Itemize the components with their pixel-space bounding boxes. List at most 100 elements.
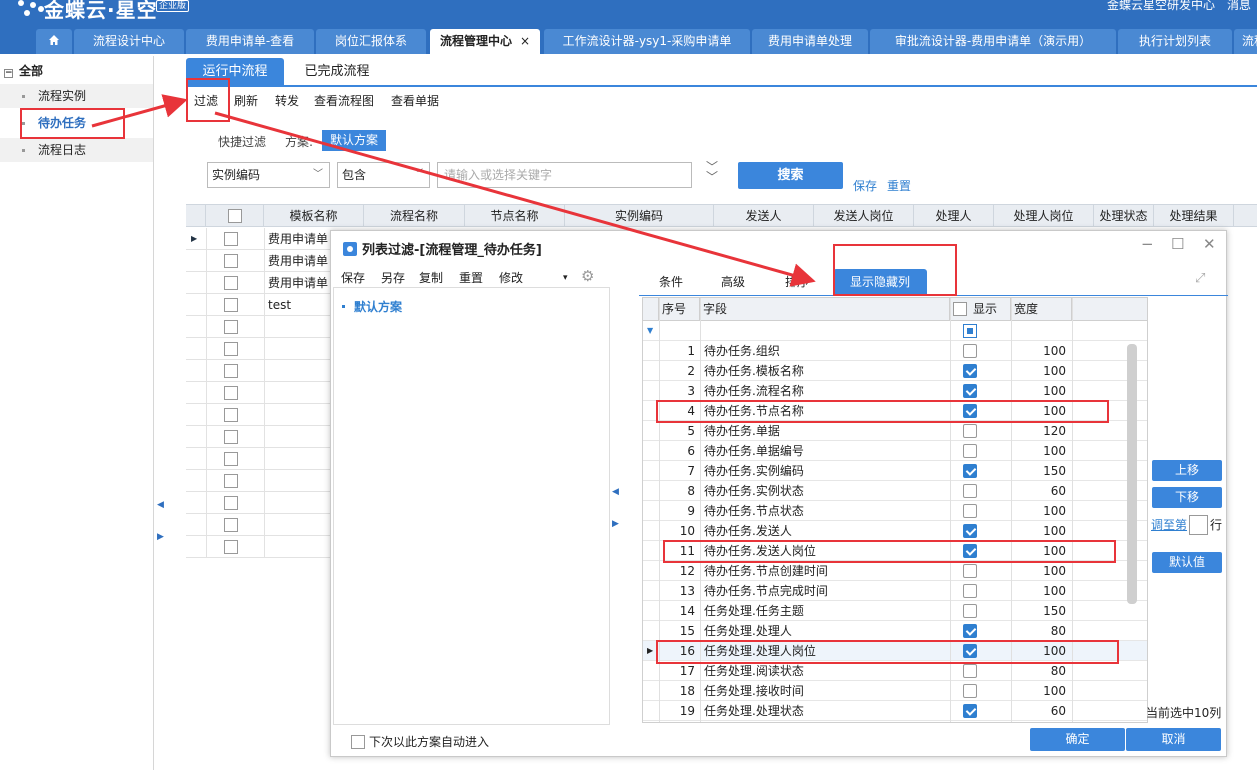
collapse-icon[interactable]: − [4, 69, 13, 78]
column-width[interactable]: 120 [1011, 421, 1066, 441]
search-button[interactable]: 搜索 [738, 162, 843, 189]
column-width[interactable]: 150 [1011, 601, 1066, 621]
minimize-icon[interactable]: − [1141, 235, 1154, 253]
show-checkbox[interactable] [963, 704, 977, 718]
select-all-checkbox[interactable] [227, 209, 242, 223]
row-checkbox[interactable] [224, 298, 238, 312]
user-org[interactable]: 金蝶云星空研发中心 [1107, 0, 1215, 12]
tab-flow-manage[interactable]: 流程管理中心 × [430, 29, 540, 54]
vertical-scrollbar[interactable] [1127, 344, 1137, 604]
show-checkbox[interactable] [963, 484, 977, 498]
table-row[interactable] [186, 514, 331, 536]
show-checkbox[interactable] [963, 584, 977, 598]
right-arrow-icon[interactable]: ▶ [612, 519, 619, 529]
row-checkbox[interactable] [224, 540, 238, 554]
grid-col-flow[interactable]: 流程名称 [364, 205, 465, 227]
scheme-modify-button[interactable]: 修改 [499, 269, 523, 286]
scheme-reset-button[interactable]: 重置 [459, 269, 483, 286]
table-row[interactable]: test [186, 294, 331, 316]
scheme-copy-button[interactable]: 复制 [419, 269, 443, 286]
scheme-save-button[interactable]: 保存 [341, 269, 365, 286]
show-filter-checkbox[interactable] [963, 324, 977, 338]
row-checkbox[interactable] [224, 232, 238, 246]
grid-col-template[interactable]: 模板名称 [264, 205, 364, 227]
column-width[interactable]: 100 [1011, 381, 1066, 401]
table-row[interactable]: ▶ 费用申请单 [186, 228, 331, 250]
messages-link[interactable]: 消息 [1227, 0, 1251, 12]
table-row[interactable] [186, 470, 331, 492]
scheme-save-as-button[interactable]: 另存 [381, 269, 405, 286]
row-checkbox[interactable] [224, 474, 238, 488]
grid-col-instance[interactable]: 实例编码 [565, 205, 714, 227]
grid-col-sender-post[interactable]: 发送人岗位 [814, 205, 914, 227]
row-checkbox[interactable] [224, 496, 238, 510]
column-width[interactable]: 100 [1011, 561, 1066, 581]
scheme-item-default[interactable]: 默认方案 [342, 298, 402, 315]
table-row[interactable]: 费用申请单 [186, 250, 331, 272]
show-checkbox[interactable] [963, 464, 977, 478]
expand-icon[interactable]: ⤢ [1195, 271, 1205, 286]
close-icon[interactable]: ✕ [1203, 235, 1216, 253]
row-checkbox[interactable] [224, 364, 238, 378]
tab-expense-process[interactable]: 费用申请单处理 [752, 29, 868, 54]
tab-workflow-designer[interactable]: 工作流设计器-ysy1-采购申请单 [544, 29, 750, 54]
forward-button[interactable]: 转发 [275, 92, 299, 109]
ok-button[interactable]: 确定 [1030, 728, 1125, 751]
row-checkbox[interactable] [224, 430, 238, 444]
row-number-input[interactable] [1189, 515, 1209, 535]
column-width[interactable]: 60 [1011, 481, 1066, 501]
row-checkbox[interactable] [224, 254, 238, 268]
row-checkbox[interactable] [224, 276, 238, 290]
maximize-icon[interactable]: ☐ [1171, 235, 1184, 253]
show-checkbox[interactable] [963, 604, 977, 618]
show-checkbox[interactable] [963, 624, 977, 638]
table-row[interactable] [186, 382, 331, 404]
right-arrow-icon[interactable]: ▶ [157, 532, 164, 542]
table-row[interactable] [186, 360, 331, 382]
cancel-button[interactable]: 取消 [1126, 728, 1221, 751]
default-scheme-button[interactable]: 默认方案 [322, 130, 386, 151]
show-checkbox[interactable] [963, 564, 977, 578]
row-checkbox[interactable] [224, 320, 238, 334]
auto-enter-option[interactable]: 下次以此方案自动进入 [351, 733, 489, 750]
row-checkbox[interactable] [224, 518, 238, 532]
table-row[interactable] [186, 448, 331, 470]
grid-col-handler-post[interactable]: 处理人岗位 [994, 205, 1094, 227]
tab-flow-design[interactable]: 流程设计中心 [74, 29, 184, 54]
home-tab[interactable] [36, 29, 72, 54]
tree-item-log[interactable]: 流程日志 [0, 138, 153, 162]
save-link[interactable]: 保存 [853, 177, 877, 194]
view-flow-button[interactable]: 查看流程图 [314, 92, 374, 109]
show-checkbox[interactable] [963, 444, 977, 458]
tree-item-instance[interactable]: 流程实例 [0, 84, 153, 108]
move-up-button[interactable]: 上移 [1152, 460, 1222, 481]
row-checkbox[interactable] [224, 342, 238, 356]
show-checkbox[interactable] [963, 504, 977, 518]
show-all-checkbox[interactable] [953, 302, 967, 316]
show-checkbox[interactable] [963, 664, 977, 678]
tab-post-report[interactable]: 岗位汇报体系 [316, 29, 426, 54]
table-row[interactable]: 费用申请单 [186, 272, 331, 294]
show-checkbox[interactable] [963, 684, 977, 698]
grid-col-sender[interactable]: 发送人 [714, 205, 814, 227]
default-value-button[interactable]: 默认值 [1152, 552, 1222, 573]
double-chevron-down-icon[interactable]: ﹀ ﹀ [706, 161, 718, 183]
table-row[interactable] [186, 404, 331, 426]
column-width[interactable]: 100 [1011, 441, 1066, 461]
show-checkbox[interactable] [963, 344, 977, 358]
tree-root[interactable]: − 全部 [4, 62, 43, 79]
tab-completed[interactable]: 已完成流程 [294, 58, 380, 85]
column-width[interactable]: 100 [1011, 341, 1066, 361]
show-checkbox[interactable] [963, 384, 977, 398]
view-doc-button[interactable]: 查看单据 [391, 92, 439, 109]
table-row[interactable] [186, 492, 331, 514]
column-width[interactable]: 100 [1011, 361, 1066, 381]
show-checkbox[interactable] [963, 524, 977, 538]
column-width[interactable]: 100 [1011, 501, 1066, 521]
gear-icon[interactable]: ⚙ [581, 267, 594, 285]
show-checkbox[interactable] [963, 424, 977, 438]
column-width[interactable]: 100 [1011, 521, 1066, 541]
column-width[interactable]: 150 [1011, 461, 1066, 481]
column-width[interactable]: 60 [1011, 701, 1066, 721]
grid-col-handler[interactable]: 处理人 [914, 205, 994, 227]
